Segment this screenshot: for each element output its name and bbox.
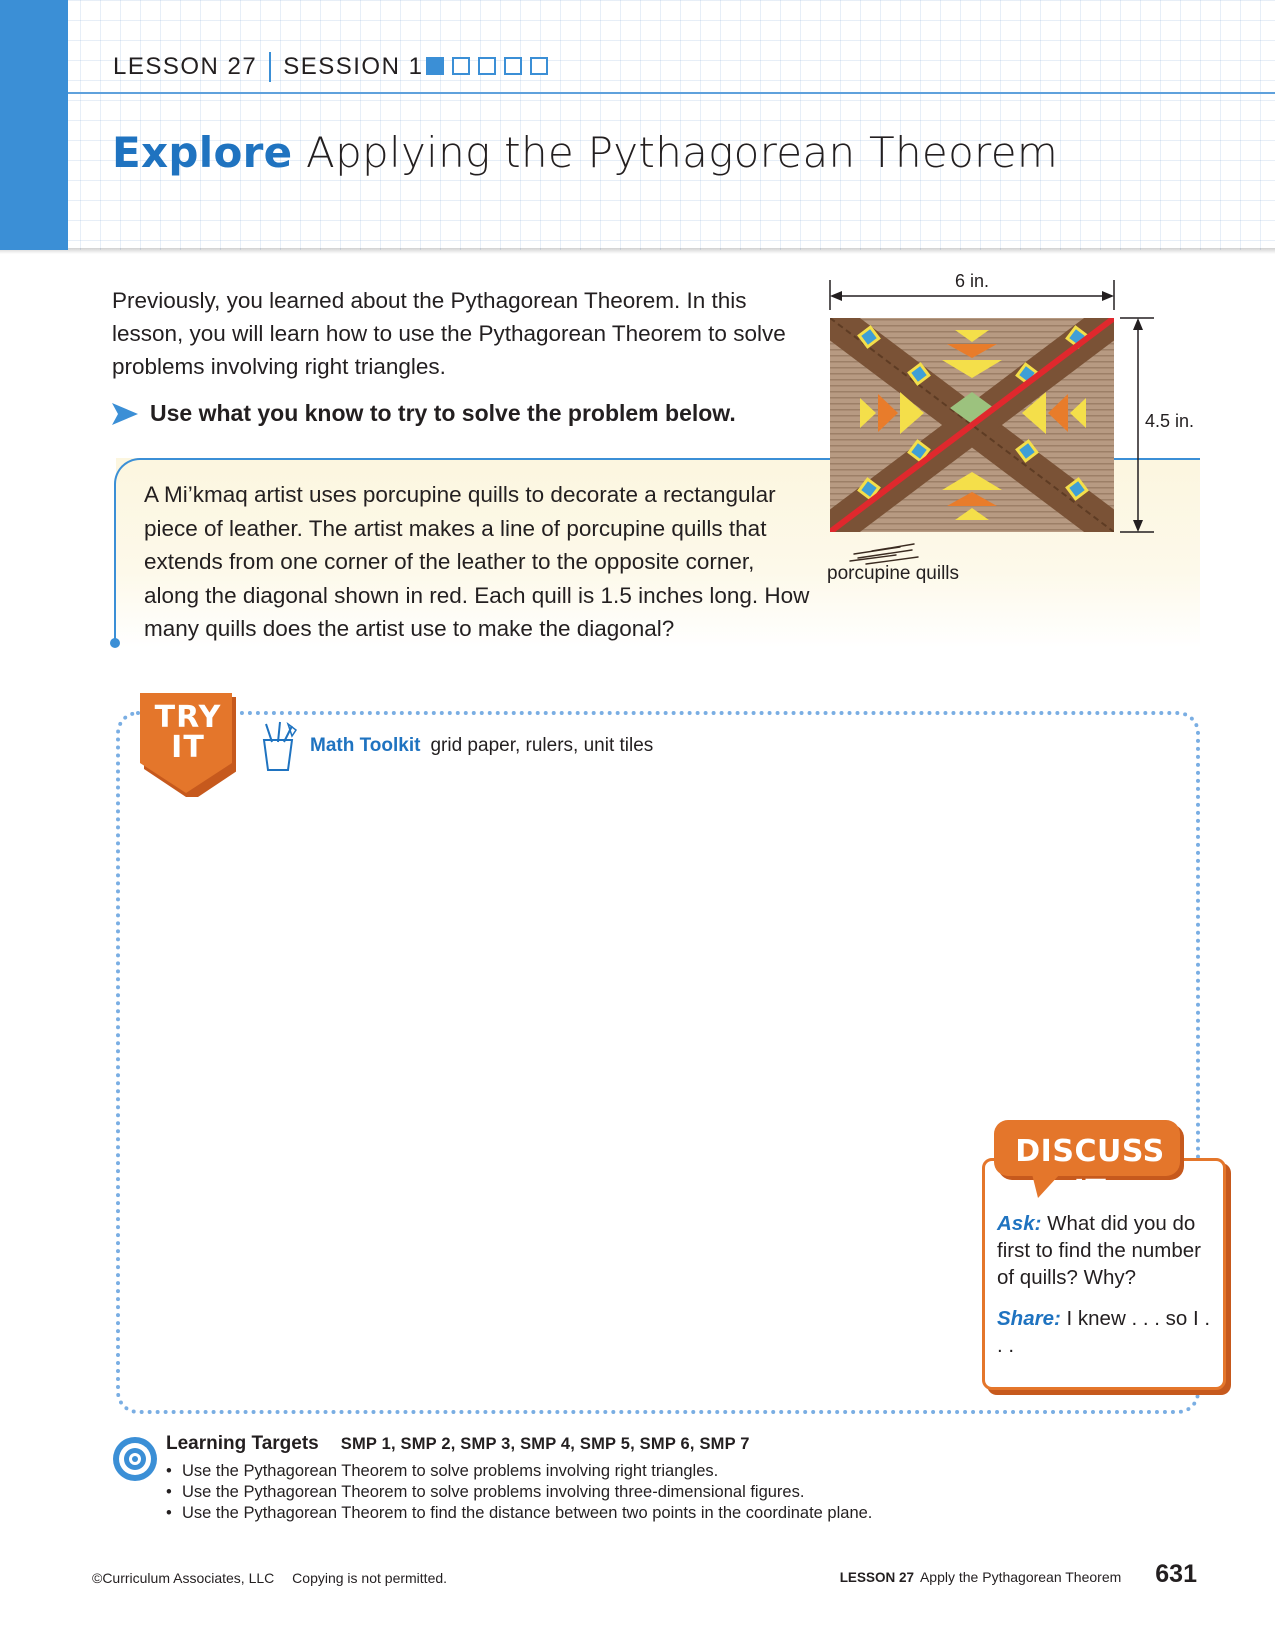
discuss-it-body: Ask: What did you do first to find the n… [997, 1210, 1219, 1359]
problem-left-rule [114, 486, 116, 642]
header-accent-bar [0, 0, 68, 250]
prompt-line: Use what you know to try to solve the pr… [112, 400, 736, 427]
lesson-session-line: LESSON 27 SESSION 1 [113, 50, 423, 84]
leather-figure [829, 280, 1154, 565]
arrow-icon [112, 402, 138, 425]
header-rule [68, 92, 1275, 94]
ask-label: Ask: [997, 1212, 1042, 1235]
footer-lesson-label: LESSON 27 [839, 1570, 914, 1585]
lesson-label: LESSON 27 [113, 53, 258, 80]
copy-notice: Copying is not permitted. [292, 1570, 448, 1586]
try-it-line2: IT [171, 730, 205, 765]
problem-text: A Mi’kmaq artist uses porcupine quills t… [144, 482, 810, 641]
intro-paragraph: Previously, you learned about the Pythag… [112, 288, 786, 379]
share-label: Share: [997, 1307, 1061, 1330]
header-shadow [0, 248, 1275, 254]
session-box-1 [426, 57, 444, 75]
footer-lesson: LESSON 27 Apply the Pythagorean Theorem … [840, 1560, 1197, 1589]
session-box-4 [504, 57, 522, 75]
toolkit-label: Math Toolkit [310, 735, 421, 756]
page-number: 631 [1155, 1560, 1197, 1588]
toolkit-cup-icon [262, 721, 298, 771]
discuss-share: Share: I knew . . . so I . . . [997, 1305, 1219, 1359]
copyright-text: ©Curriculum Associates, LLC [92, 1570, 275, 1586]
footer-copyright: ©Curriculum Associates, LLC Copying is n… [92, 1570, 447, 1586]
quill-label: porcupine quills [827, 563, 960, 584]
target-icon [113, 1437, 157, 1481]
toolkit-items: grid paper, rulers, unit tiles [430, 735, 654, 756]
session-box-5 [530, 57, 548, 75]
try-it-label: TRY IT [140, 703, 236, 763]
session-box-3 [478, 57, 496, 75]
learning-target-item: Use the Pythagorean Theorem to solve pro… [166, 1482, 872, 1503]
lesson-separator [269, 52, 272, 82]
session-label: SESSION 1 [283, 53, 424, 80]
title-text: Applying the Pythagorean Theorem [292, 128, 1059, 177]
learning-targets-smp: SMP 1, SMP 2, SMP 3, SMP 4, SMP 5, SMP 6… [340, 1435, 750, 1453]
height-label: 4.5 in. [1145, 411, 1195, 431]
width-label: 6 in. [955, 271, 990, 291]
learning-target-item: Use the Pythagorean Theorem to solve pro… [166, 1461, 872, 1482]
session-box-2 [452, 57, 470, 75]
try-it-line1: TRY [154, 700, 222, 735]
problem-dot [110, 638, 120, 648]
learning-target-item: Use the Pythagorean Theorem to find the … [166, 1503, 872, 1524]
footer-lesson-title: Apply the Pythagorean Theorem [919, 1569, 1122, 1585]
title-keyword: Explore [112, 128, 293, 177]
learning-targets-title: Learning Targets [166, 1433, 319, 1454]
discuss-it-title: DISCUSS IT [1015, 1134, 1165, 1209]
prompt-text: Use what you know to try to solve the pr… [150, 400, 736, 426]
session-progress [426, 57, 548, 75]
math-toolkit: Math Toolkit grid paper, rulers, unit ti… [258, 720, 653, 772]
learning-targets-list: Use the Pythagorean Theorem to solve pro… [166, 1461, 872, 1524]
lesson-header [0, 0, 1275, 250]
page-title: Explore Applying the Pythagorean Theorem [112, 128, 1058, 177]
discuss-ask: Ask: What did you do first to find the n… [997, 1210, 1219, 1291]
learning-targets-header: Learning Targets SMP 1, SMP 2, SMP 3, SM… [166, 1433, 750, 1455]
